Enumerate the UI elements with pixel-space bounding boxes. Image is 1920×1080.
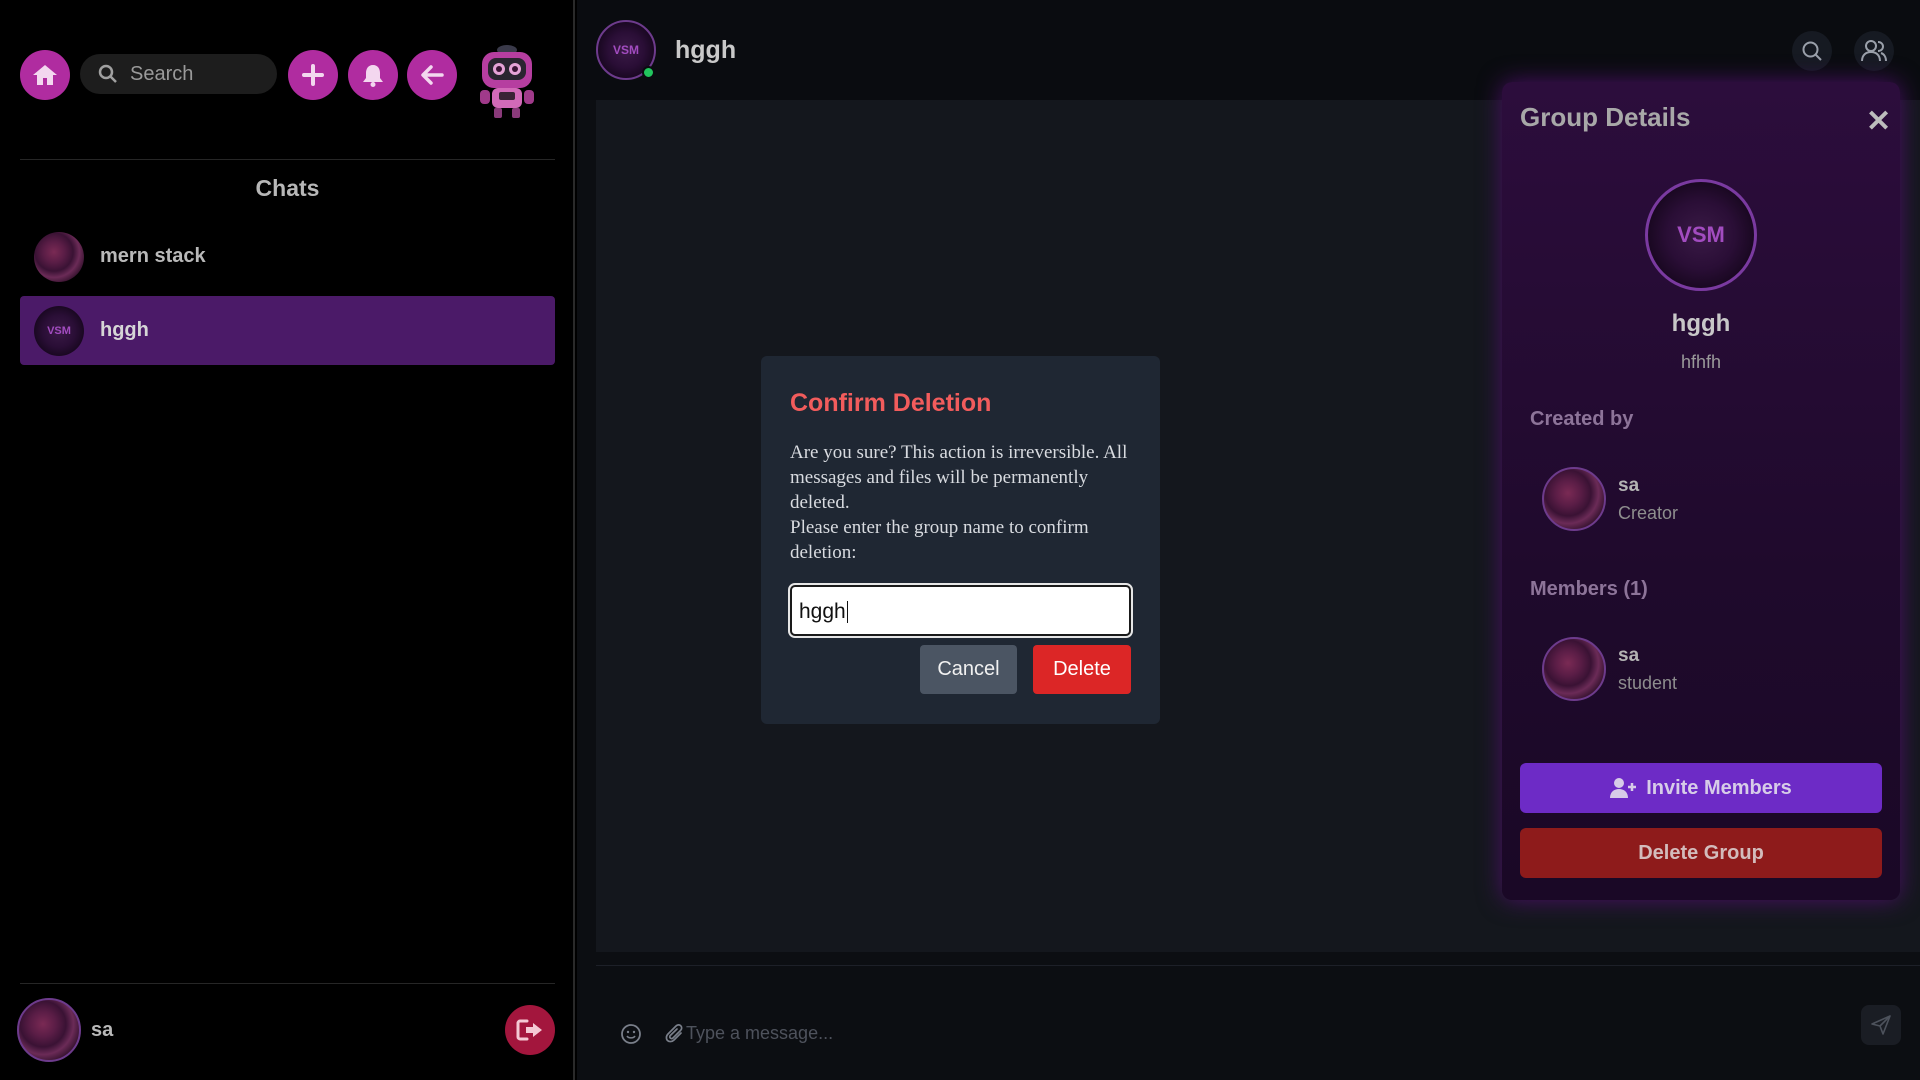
arrow-left-icon — [421, 65, 444, 85]
users-icon — [1861, 40, 1887, 62]
member-role: Creator — [1618, 502, 1679, 523]
search-messages-button[interactable] — [1792, 31, 1832, 71]
chat-item-label: mern stack — [100, 245, 206, 267]
avatar — [34, 231, 84, 282]
back-button[interactable] — [407, 50, 457, 100]
avatar — [1542, 467, 1606, 531]
send-button[interactable] — [1861, 1005, 1901, 1045]
modal-title: Confirm Deletion — [790, 389, 992, 417]
member-name: sa — [1618, 474, 1640, 496]
close-icon[interactable]: ✕ — [1866, 104, 1891, 139]
delete-group-label: Delete Group — [1638, 841, 1764, 864]
sidebar-toolbar: Search — [20, 45, 560, 118]
message-composer: Type a message... — [596, 965, 1920, 1080]
member-name: sa — [1618, 644, 1640, 666]
user-plus-icon — [1610, 778, 1637, 798]
avatar: VSM — [34, 305, 84, 356]
group-details-panel: Group Details ✕ VSM hggh hfhfh Created b… — [1502, 82, 1900, 900]
group-avatar[interactable]: VSM — [1645, 179, 1757, 291]
chat-title: hggh — [675, 36, 737, 64]
divider — [20, 983, 555, 984]
creator-row[interactable]: sa Creator — [1542, 467, 1678, 531]
home-icon — [33, 65, 57, 85]
logout-icon — [516, 1019, 542, 1041]
search-placeholder: Search — [130, 62, 194, 85]
divider — [20, 159, 555, 160]
modal-message: Are you sure? This action is irreversibl… — [790, 442, 1128, 563]
member-role: student — [1618, 672, 1678, 693]
group-members-button[interactable] — [1854, 31, 1894, 71]
plus-icon — [302, 64, 324, 86]
online-indicator — [642, 66, 655, 79]
search-icon — [98, 64, 117, 83]
invite-members-button[interactable]: Invite Members — [1520, 763, 1882, 813]
bell-icon — [363, 65, 383, 87]
send-icon — [1871, 1015, 1891, 1035]
delete-group-button[interactable]: Delete Group — [1520, 828, 1882, 878]
avatar[interactable] — [17, 998, 81, 1062]
sidebar: Search Chats mern stack VSM hggh sa — [0, 0, 575, 1080]
paperclip-icon — [665, 1024, 683, 1043]
current-user: sa — [17, 998, 113, 1062]
attach-button[interactable] — [664, 1023, 686, 1050]
home-button[interactable] — [20, 50, 70, 100]
chats-heading: Chats — [255, 175, 320, 201]
chat-item-label: hggh — [100, 319, 149, 341]
panel-title: Group Details — [1520, 102, 1691, 132]
delete-button[interactable]: Delete — [1033, 645, 1131, 694]
group-name: hggh — [1671, 310, 1731, 337]
search-input[interactable]: Search — [80, 54, 277, 94]
user-name: sa — [91, 1018, 114, 1041]
created-by-label: Created by — [1530, 408, 1634, 430]
avatar — [1542, 637, 1606, 701]
emoji-icon — [621, 1024, 641, 1044]
chat-item-hggh[interactable]: VSM hggh — [20, 296, 555, 365]
cancel-button[interactable]: Cancel — [920, 645, 1017, 694]
invite-label: Invite Members — [1646, 776, 1792, 799]
input-value: hggh — [799, 600, 848, 624]
robot-mascot-icon[interactable] — [472, 44, 542, 120]
group-description: hfhfh — [1680, 352, 1722, 372]
member-row[interactable]: sa student — [1542, 637, 1677, 701]
search-icon — [1802, 41, 1822, 61]
confirm-deletion-modal: Confirm Deletion Are you sure? This acti… — [761, 356, 1160, 724]
emoji-button[interactable] — [620, 1023, 642, 1050]
logout-button[interactable] — [505, 1005, 555, 1055]
members-label: Members (1) — [1530, 578, 1648, 600]
notifications-button[interactable] — [348, 50, 398, 100]
chat-item-mern-stack[interactable]: mern stack — [20, 222, 555, 291]
new-chat-button[interactable] — [288, 50, 338, 100]
message-input[interactable]: Type a message... — [686, 1023, 833, 1044]
